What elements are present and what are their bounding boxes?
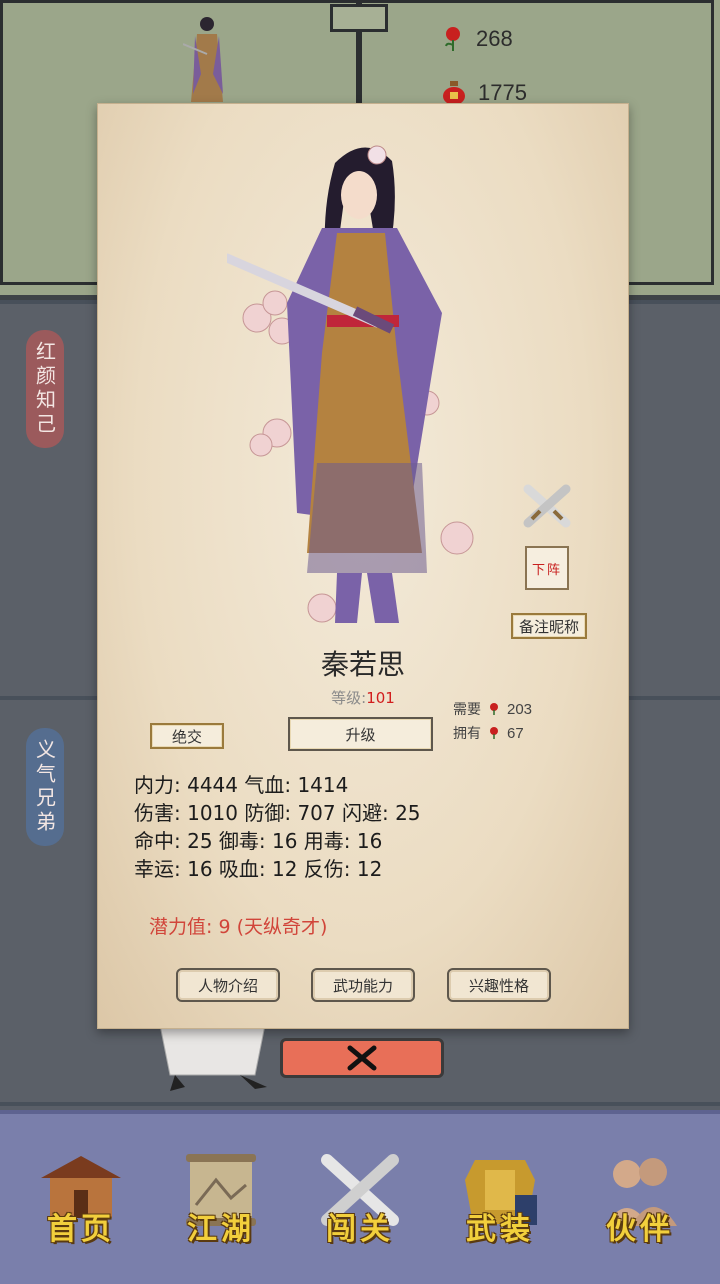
tab-martial-abilities[interactable]: 武功能力 — [311, 968, 415, 1002]
character-portrait — [227, 145, 474, 623]
rose-icon — [445, 27, 460, 51]
level-label: 等级: — [331, 689, 367, 707]
nav-home[interactable]: 首页 — [26, 1136, 136, 1266]
close-icon — [347, 1045, 377, 1071]
tab-sworn-brothers[interactable]: 义气兄弟 — [26, 728, 64, 846]
character-stats: 内力: 4444 气血: 1414 伤害: 1010 防御: 707 闪避: 2… — [134, 771, 421, 883]
rose-count: 268 — [476, 26, 513, 51]
crossed-swords-icon[interactable] — [522, 483, 572, 529]
bottom-nav: 首页 江湖 闯关 武装 伙伴 — [0, 1110, 720, 1284]
nav-partners-label: 伙伴 — [606, 1212, 674, 1247]
stats-line-2: 伤害: 1010 防御: 707 闪避: 25 — [134, 801, 421, 825]
nav-home-label: 首页 — [47, 1212, 115, 1247]
stats-line-3: 命中: 25 御毒: 16 用毒: 16 — [134, 829, 383, 853]
have-value: 67 — [507, 724, 524, 742]
character-detail-card: 下阵 备注昵称 秦若思 等级:101 绝交 升级 需要 203 拥有 67 内力… — [97, 103, 629, 1029]
rose-icon — [490, 727, 498, 739]
tab-interests-personality[interactable]: 兴趣性格 — [447, 968, 551, 1002]
have-label: 拥有 — [453, 726, 481, 742]
resource-rose: 268 — [442, 26, 513, 52]
rose-icon — [490, 703, 498, 715]
character-level: 等级:101 — [97, 687, 629, 708]
character-name: 秦若思 — [320, 648, 405, 681]
upgrade-button[interactable]: 升级 — [288, 717, 433, 751]
break-off-button[interactable]: 绝交 — [150, 723, 224, 749]
tab-confidants[interactable]: 红颜知己 — [26, 330, 64, 448]
background-character-feet — [159, 1025, 267, 1091]
potential-value: 潜力值: 9 (天纵奇才) — [149, 916, 328, 938]
close-button[interactable] — [280, 1038, 444, 1078]
nav-partners[interactable]: 伙伴 — [585, 1136, 695, 1266]
nav-armory[interactable]: 武装 — [445, 1136, 555, 1266]
level-value: 101 — [366, 689, 395, 707]
frame-knot-ornament — [330, 4, 388, 32]
nav-challenge-label: 闯关 — [326, 1212, 394, 1247]
dismiss-button[interactable]: 下阵 — [525, 546, 569, 590]
nav-jianghu[interactable]: 江湖 — [166, 1136, 276, 1266]
upgrade-need-row: 需要 203 — [453, 699, 532, 719]
remark-nickname-button[interactable]: 备注昵称 — [511, 613, 587, 639]
need-value: 203 — [507, 700, 533, 718]
upgrade-have-row: 拥有 67 — [453, 723, 524, 743]
stats-line-1: 内力: 4444 气血: 1414 — [134, 773, 349, 797]
stats-line-4: 幸运: 16 吸血: 12 反伤: 12 — [134, 857, 383, 881]
background-character-figure[interactable] — [183, 14, 231, 106]
nav-challenge[interactable]: 闯关 — [305, 1136, 415, 1266]
nav-armory-label: 武装 — [466, 1212, 534, 1247]
need-label: 需要 — [453, 702, 481, 718]
tab-character-profile[interactable]: 人物介绍 — [176, 968, 280, 1002]
nav-jianghu-label: 江湖 — [187, 1212, 255, 1247]
